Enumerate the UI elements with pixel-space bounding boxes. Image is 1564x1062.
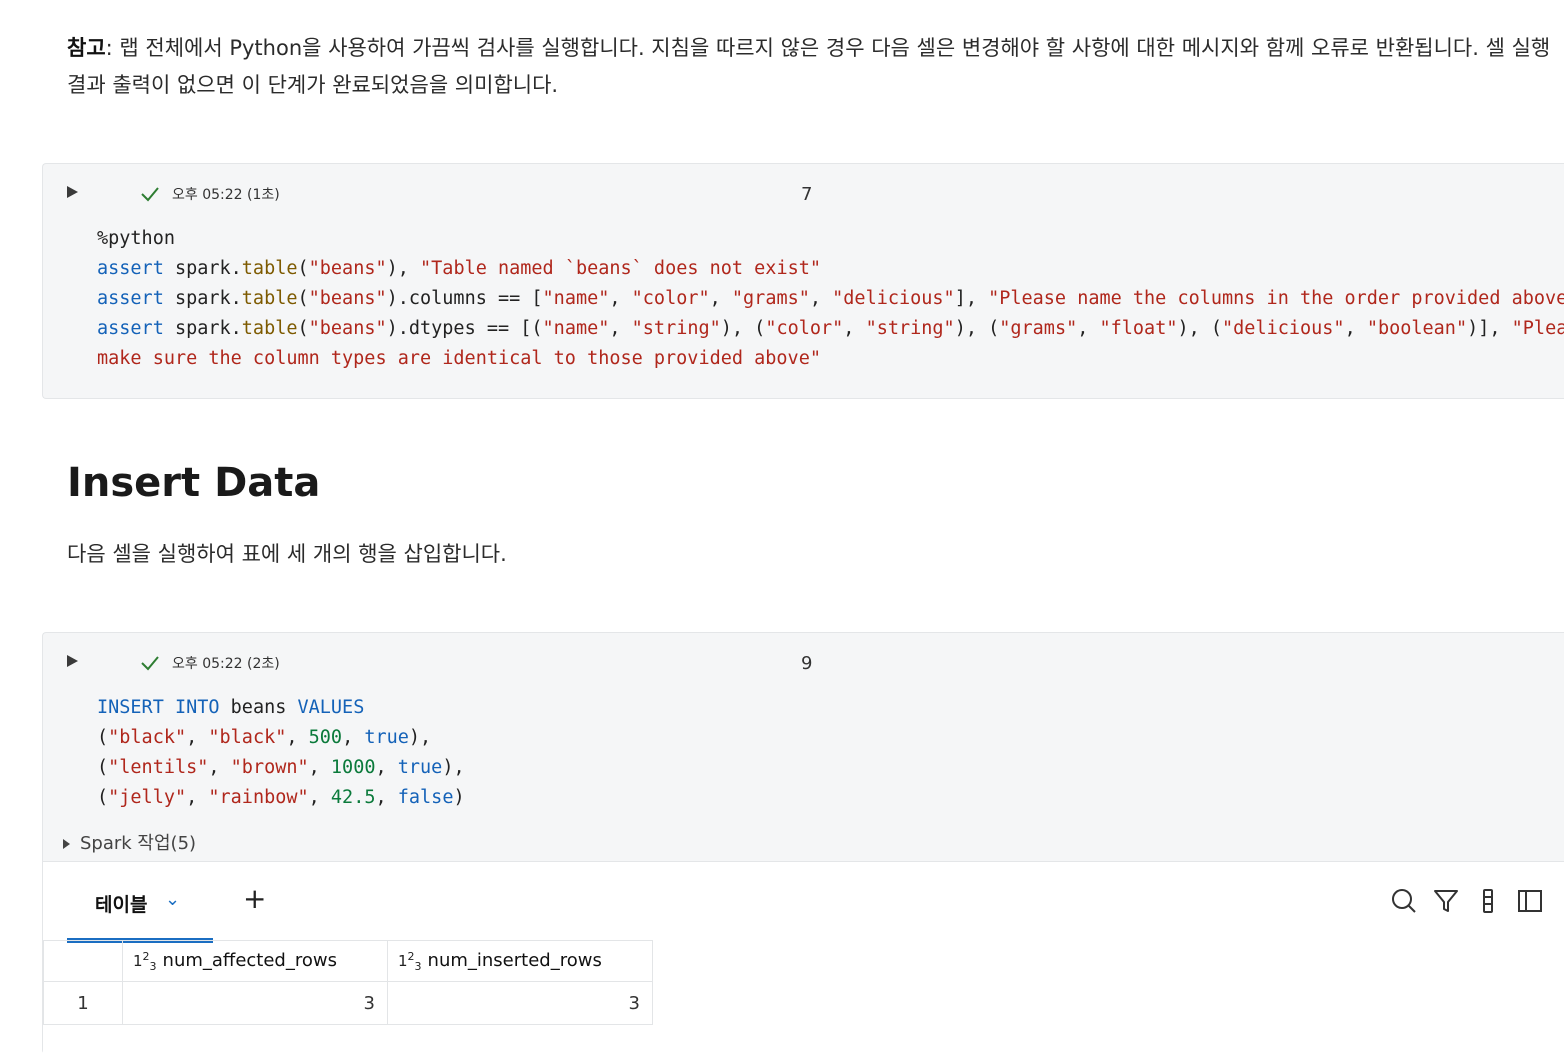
code-cell-1[interactable]: 오후 05:22 (1초) 7 %python assert spark.tab… (42, 163, 1564, 399)
cell-number: 9 (801, 653, 813, 674)
integer-type-icon: 123 (398, 949, 422, 973)
filter-icon[interactable] (1433, 888, 1459, 914)
results-panel: 테이블 ⌄ + 123 num_affected_rows 123 num_inse… (43, 861, 1564, 1062)
column-settings-icon[interactable] (1475, 888, 1501, 914)
cell-timestamp: 오후 05:22 (1초) (172, 187, 280, 203)
cell-number: 7 (801, 184, 813, 205)
code-editor[interactable]: INSERT INTO beans VALUES ("black", "blac… (43, 693, 1564, 813)
cell-header: 오후 05:22 (1초) 7 (43, 164, 1564, 224)
play-icon[interactable] (67, 655, 78, 667)
row-index: 1 (43, 981, 123, 1025)
tab-table[interactable]: 테이블 ⌄ (67, 862, 213, 943)
spark-jobs-label: Spark 작업(5) (80, 833, 197, 854)
table-row: 1 3 3 (43, 981, 653, 1025)
expand-triangle-icon (63, 839, 70, 849)
cell-timestamp: 오후 05:22 (2초) (172, 656, 280, 672)
table-cell[interactable]: 3 (387, 981, 653, 1025)
note-text: : 랩 전체에서 Python을 사용하여 가끔씩 검사를 실행합니다. 지침을… (67, 36, 1551, 97)
spark-jobs-toggle[interactable]: Spark 작업(5) (63, 829, 196, 855)
column-header[interactable]: 123 num_affected_rows (122, 940, 388, 982)
results-table: 123 num_affected_rows 123 num_inserted_row… (43, 940, 653, 1025)
table-header-row: 123 num_affected_rows 123 num_inserted_row… (43, 940, 653, 982)
code-line: make sure the column types are identical… (97, 348, 821, 369)
add-tab-button[interactable]: + (243, 882, 266, 915)
section-description: 다음 셀을 실행하여 표에 세 개의 행을 삽입합니다. (67, 542, 507, 566)
row-index-header (43, 940, 123, 982)
note-label: 참고 (67, 36, 106, 60)
table-cell[interactable]: 3 (122, 981, 388, 1025)
column-header-label: num_affected_rows (162, 949, 337, 971)
section-heading: Insert Data (67, 460, 321, 506)
column-header[interactable]: 123 num_inserted_rows (387, 940, 653, 982)
code-cell-2[interactable]: 오후 05:22 (2초) 9 INSERT INTO beans VALUES… (42, 632, 1564, 1062)
play-icon[interactable] (67, 186, 78, 198)
search-icon[interactable] (1391, 888, 1417, 914)
sidebar-panel-icon[interactable] (1517, 888, 1543, 914)
chevron-down-icon[interactable]: ⌄ (165, 889, 180, 910)
column-header-label: num_inserted_rows (427, 949, 602, 971)
check-icon (141, 656, 159, 671)
cell-header: 오후 05:22 (2초) 9 (43, 633, 1564, 693)
code-line: %python (97, 228, 175, 249)
note-paragraph: 참고: 랩 전체에서 Python을 사용하여 가끔씩 검사를 실행합니다. 지… (67, 30, 1557, 104)
code-editor[interactable]: %python assert spark.table("beans"), "Ta… (43, 224, 1564, 374)
tab-label: 테이블 (95, 894, 148, 916)
integer-type-icon: 123 (133, 949, 157, 973)
check-icon (141, 187, 159, 202)
